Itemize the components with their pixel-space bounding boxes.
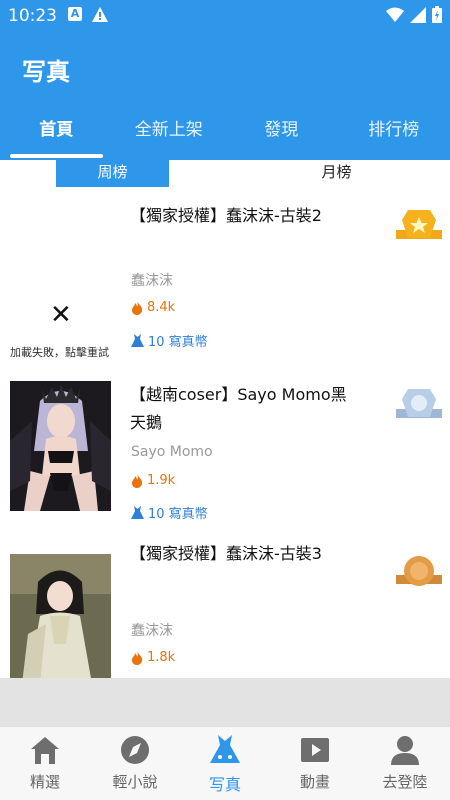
hot-value: 8.4k — [147, 300, 176, 315]
list-item[interactable]: 【獨家授權】蠢沫沫-古裝3 蠢沫沫 1.8k — [0, 540, 450, 678]
home-icon — [31, 737, 59, 764]
item-title: 【獨家授權】蠢沫沫-古裝3 — [130, 544, 322, 563]
cosplay-photo-image — [10, 381, 111, 511]
nav-novel[interactable]: 輕小說 — [90, 727, 180, 800]
item-author: Sayo Momo — [131, 444, 213, 460]
hot-count: 1.8k — [131, 650, 175, 665]
nav-login[interactable]: 去登陸 — [360, 727, 450, 800]
rank-bronze-badge-icon — [396, 556, 442, 586]
subtab-weekly[interactable]: 周榜 — [56, 160, 169, 187]
nav-novel-label: 輕小說 — [112, 773, 158, 791]
rank-silver-badge-icon — [396, 389, 442, 418]
tab-discover[interactable]: 發現 — [225, 104, 338, 156]
page-title: 写真 — [22, 58, 70, 86]
list-item[interactable]: ✕ 加載失敗，點擊重試 【獨家授權】蠢沫沫-古裝2 蠢沫沫 8.4k 10 寫真… — [0, 190, 450, 370]
hot-count: 8.4k — [131, 300, 175, 315]
wifi-icon — [386, 7, 404, 22]
close-icon: ✕ — [50, 300, 72, 330]
list-item[interactable]: 【越南coser】Sayo Momo黑天鵝 Sayo Momo 1.9k 10 … — [0, 365, 450, 540]
nav-featured-label: 精選 — [29, 773, 60, 791]
nav-photo-label: 写真 — [208, 775, 241, 794]
item-author: 蠢沫沫 — [131, 273, 173, 289]
user-icon — [391, 736, 419, 765]
coin-price: 10 寫真幣 — [131, 331, 208, 350]
warning-icon — [92, 7, 108, 22]
flame-icon — [132, 300, 143, 315]
coin-icon — [131, 506, 144, 519]
dress-icon — [210, 735, 240, 763]
item-title: 【獨家授權】蠢沫沫-古裝2 — [130, 206, 322, 225]
tab-home[interactable]: 首頁 — [0, 104, 113, 158]
battery-icon — [432, 6, 442, 23]
status-time: 10:23 — [8, 6, 57, 26]
compass-icon — [121, 736, 149, 764]
bottom-spacer — [0, 678, 450, 726]
top-tabs: 首頁 全新上架 發現 排行榜 — [0, 104, 450, 158]
thumbnail-image[interactable] — [10, 381, 111, 511]
coin-value: 10 寫真幣 — [148, 335, 208, 350]
subtab-monthly[interactable]: 月榜 — [280, 160, 393, 187]
tab-ranking[interactable]: 排行榜 — [338, 104, 450, 156]
item-title: 【越南coser】Sayo Momo黑天鵝 — [130, 385, 347, 432]
nav-photo[interactable]: 写真 — [180, 727, 270, 800]
nav-anime-label: 動畫 — [299, 773, 330, 791]
cosplay-photo-image — [10, 554, 111, 678]
app-bar: 写真 首頁 全新上架 發現 排行榜 — [0, 32, 450, 160]
nav-login-label: 去登陸 — [382, 773, 428, 791]
item-author: 蠢沫沫 — [131, 623, 173, 639]
flame-icon — [132, 473, 143, 488]
play-icon — [301, 738, 329, 762]
hot-value: 1.8k — [147, 650, 176, 665]
coin-price: 10 寫真幣 — [131, 503, 208, 522]
ranking-list: ✕ 加載失敗，點擊重試 【獨家授權】蠢沫沫-古裝2 蠢沫沫 8.4k 10 寫真… — [0, 190, 450, 678]
load-error-text: 加載失敗，點擊重試 — [10, 346, 109, 359]
nav-anime[interactable]: 動畫 — [270, 727, 360, 800]
thumbnail-error[interactable]: ✕ 加載失敗，點擊重試 — [10, 240, 111, 370]
coin-value: 10 寫真幣 — [148, 507, 208, 522]
status-bar: 10:23 A — [0, 0, 450, 32]
signal-icon — [410, 6, 426, 23]
coin-icon — [131, 334, 144, 347]
hot-value: 1.9k — [147, 473, 176, 488]
tab-new[interactable]: 全新上架 — [113, 104, 226, 156]
hot-count: 1.9k — [131, 473, 175, 488]
rank-gold-badge-icon — [396, 210, 442, 239]
flame-icon — [132, 650, 143, 665]
nav-featured[interactable]: 精選 — [0, 727, 90, 800]
bottom-nav: 精選 輕小說 写真 動畫 去登陸 — [0, 726, 450, 800]
notification-a-icon: A — [68, 7, 82, 21]
ranking-subtabs: 周榜 月榜 — [0, 160, 450, 187]
thumbnail-image[interactable] — [10, 554, 111, 678]
